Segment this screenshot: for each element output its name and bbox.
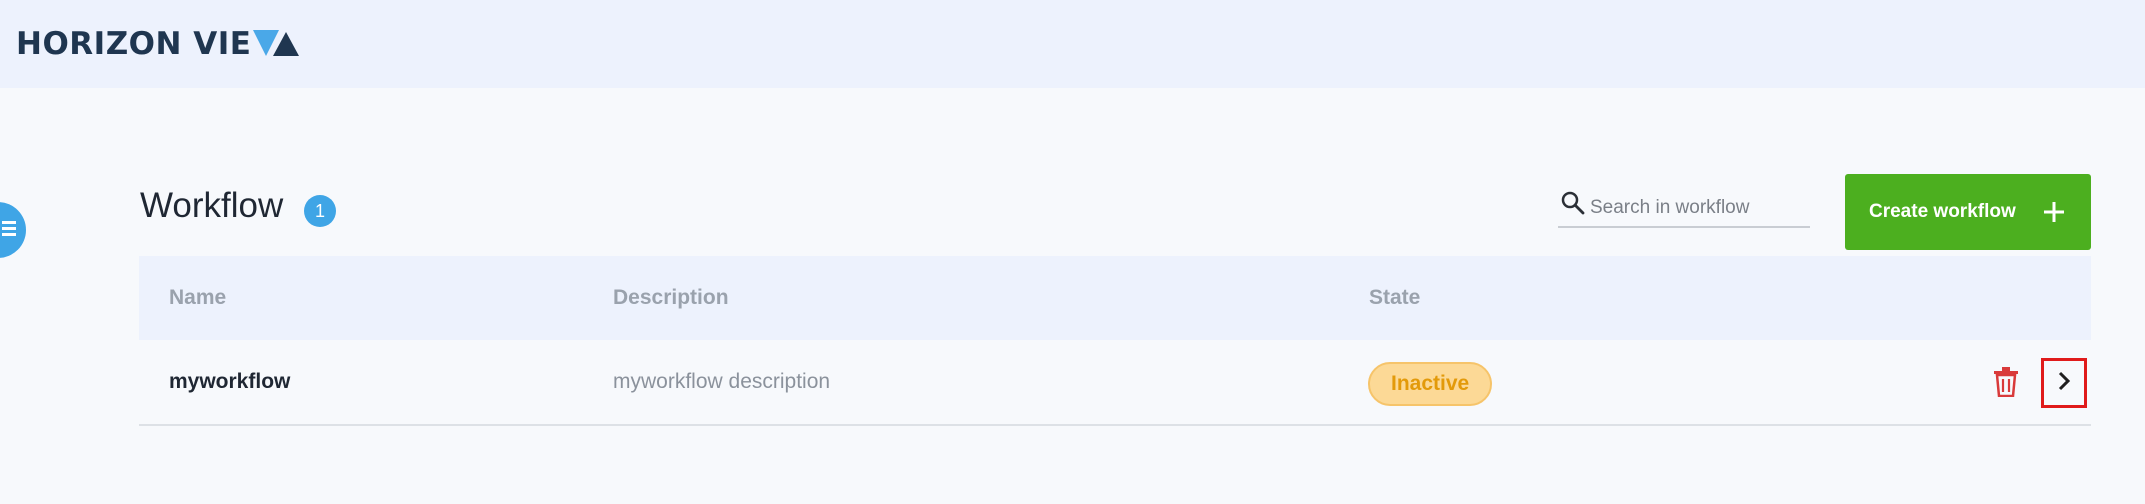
create-workflow-button[interactable]: Create workflow [1845,174,2091,250]
table-row[interactable]: myworkflow myworkflow description Inacti… [139,340,2091,426]
search-icon [1560,190,1586,216]
status-badge: Inactive [1368,362,1493,406]
table-header: Name Description State [139,256,2091,340]
logo-text: HORIZON VIE [16,26,252,62]
open-workflow-button[interactable] [2041,358,2087,408]
column-header-description[interactable]: Description [613,256,729,340]
workflow-name: myworkflow [169,370,291,393]
workflow-table: Name Description State myworkflow mywork… [139,256,2091,426]
workflow-count-badge: 1 [304,195,336,227]
page-title: Workflow [140,186,284,225]
logo[interactable]: HORIZON VIE [16,22,300,66]
create-workflow-label: Create workflow [1869,201,2016,222]
workflow-description: myworkflow description [613,370,831,393]
search-field [1558,188,1810,228]
search-input[interactable] [1590,195,1805,219]
chevron-right-icon [2057,371,2071,396]
sidebar-toggle-button[interactable] [0,202,26,258]
plus-icon [2043,201,2065,223]
trash-icon [1993,366,2019,402]
top-bar: HORIZON VIE [0,0,2145,88]
column-header-name[interactable]: Name [169,256,226,340]
menu-icon [2,219,16,242]
delete-workflow-button[interactable] [1989,366,2023,402]
logo-mark-icon [253,30,300,60]
column-header-state[interactable]: State [1369,256,1420,340]
